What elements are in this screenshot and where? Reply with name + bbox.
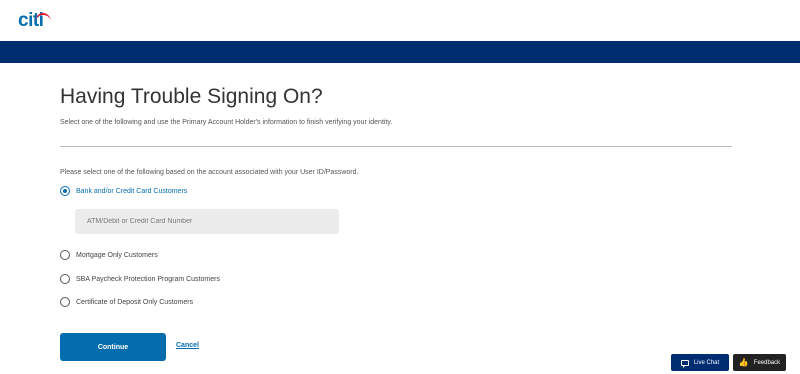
option-label: Certificate of Deposit Only Customers <box>76 298 194 306</box>
option-label: Bank and/or Credit Card Customers <box>76 187 188 195</box>
live-chat-button[interactable]: Live Chat <box>671 354 729 371</box>
card-number-input[interactable] <box>75 209 339 234</box>
divider <box>60 146 732 147</box>
page-subtitle: Select one of the following and use the … <box>60 119 393 126</box>
chat-icon <box>680 359 689 368</box>
logo-arc-icon <box>35 13 51 22</box>
radio-button-selected[interactable] <box>60 186 70 196</box>
radio-button[interactable] <box>60 250 70 260</box>
radio-button[interactable] <box>60 274 70 284</box>
option-mortgage[interactable]: Mortgage Only Customers <box>60 250 158 260</box>
continue-button[interactable]: Continue <box>60 333 166 361</box>
header-band <box>0 41 800 63</box>
live-chat-label: Live Chat <box>693 359 720 366</box>
feedback-button[interactable]: 👍 Feedback <box>733 354 786 371</box>
page-title: Having Trouble Signing On? <box>60 85 323 108</box>
feedback-label: Feedback <box>753 359 781 366</box>
option-sba-ppp[interactable]: SBA Paycheck Protection Program Customer… <box>60 274 220 284</box>
option-label: Mortgage Only Customers <box>76 251 158 259</box>
option-bank-credit-card[interactable]: Bank and/or Credit Card Customers <box>60 186 187 196</box>
option-label: SBA Paycheck Protection Program Customer… <box>76 275 220 283</box>
cancel-link[interactable]: Cancel <box>176 342 199 349</box>
thumbs-up-icon: 👍 <box>738 357 749 367</box>
citi-logo[interactable]: citi <box>18 10 51 32</box>
selection-prompt: Please select one of the following based… <box>60 169 359 176</box>
radio-button[interactable] <box>60 297 70 307</box>
option-certificate-of-deposit[interactable]: Certificate of Deposit Only Customers <box>60 297 193 307</box>
